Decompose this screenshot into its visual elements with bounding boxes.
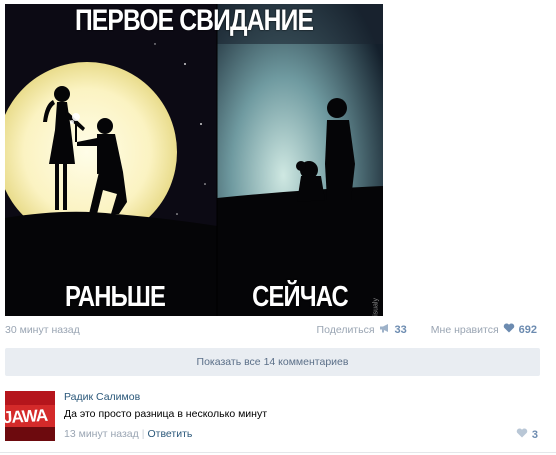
meme-caption-right: СЕЙЧАС — [252, 281, 348, 313]
comment-item: JAWA Радик Салимов Да это просто разница… — [5, 385, 540, 445]
post-actions: Поделиться 33 Мне нравится 692 — [317, 323, 537, 336]
meme-illustration — [5, 4, 383, 316]
like-button-label[interactable]: Мне нравится — [431, 324, 499, 336]
meme-watermark: visualy — [372, 298, 379, 316]
post-meta: 30 минут назад Поделиться 33 Мне нравитс… — [5, 322, 537, 338]
post-image[interactable]: ПЕРВОЕ СВИДАНИЕ РАНЬШЕ СЕЙЧАС visualy — [5, 4, 383, 316]
show-all-comments-button[interactable]: Показать все 14 комментариев — [5, 348, 540, 376]
divider — [0, 452, 556, 453]
comment-time[interactable]: 13 минут назад — [64, 428, 139, 440]
reply-button[interactable]: Ответить — [148, 428, 193, 440]
share-button-label[interactable]: Поделиться — [317, 324, 375, 336]
heart-icon[interactable] — [503, 323, 515, 336]
avatar-logo-text: JAWA — [5, 405, 48, 428]
comment-like-button[interactable]: 3 — [516, 428, 538, 441]
heart-icon — [516, 428, 528, 441]
comment-meta: 13 минут назад | Ответить — [64, 428, 193, 440]
post-time[interactable]: 30 минут назад — [5, 324, 80, 336]
comment-like-count: 3 — [531, 428, 538, 441]
megaphone-icon[interactable] — [379, 323, 391, 336]
share-count: 33 — [394, 323, 407, 336]
meme-caption-left: РАНЬШЕ — [64, 281, 166, 313]
comment-author[interactable]: Радик Салимов — [64, 391, 140, 403]
avatar[interactable]: JAWA — [5, 391, 55, 441]
comment-text: Да это просто разница в несколько минут — [64, 408, 268, 420]
meme-title: ПЕРВОЕ СВИДАНИЕ — [74, 4, 314, 37]
like-count: 692 — [518, 323, 537, 336]
